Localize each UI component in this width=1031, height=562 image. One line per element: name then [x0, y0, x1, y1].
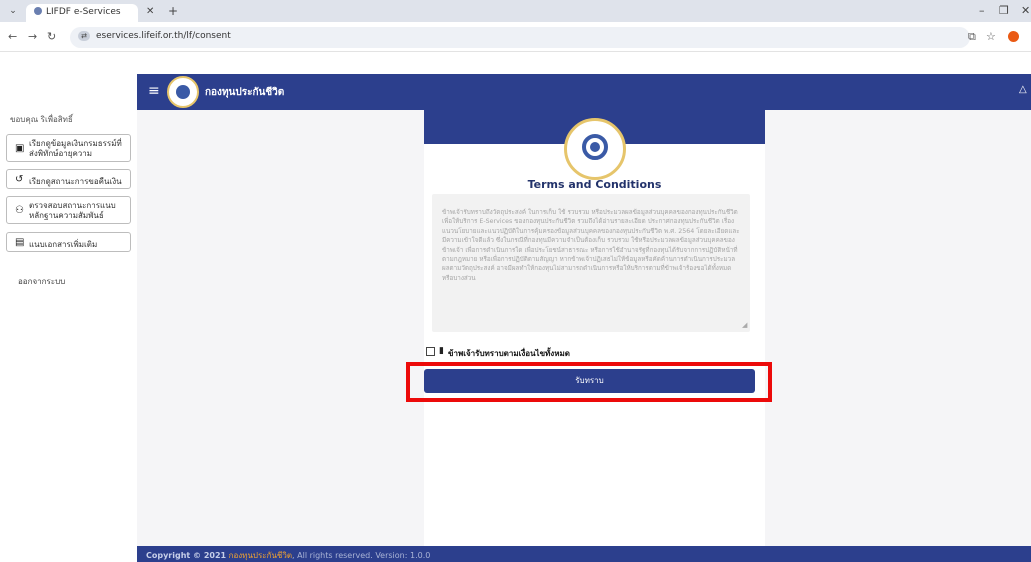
footer-org[interactable]: กองทุนประกันชีวิต: [229, 551, 292, 560]
consent-card: Terms and Conditions ข้าพเจ้ารับทราบถึงว…: [424, 110, 765, 546]
back-icon[interactable]: ←: [8, 30, 17, 43]
sidebar-item-label: เรียกดูสถานะการขอคืนเงิน: [29, 177, 122, 186]
sidebar-item-label: ตรวจสอบสถานะการแนบหลักฐานความสัมพันธ์: [29, 201, 116, 220]
document-icon: ▮: [439, 346, 444, 356]
restore-icon[interactable]: ❐: [999, 4, 1009, 17]
consent-checkbox[interactable]: [426, 347, 435, 356]
sidebar-item-relationship-proof[interactable]: ⚇ ตรวจสอบสถานะการแนบหลักฐานความสัมพันธ์: [6, 196, 131, 224]
sidebar-heading: ขอบคุณ ริเพื่อสิทธิ์: [10, 115, 73, 124]
sidebar-item-refund-status[interactable]: ↺ เรียกดูสถานะการขอคืนเงิน: [6, 169, 131, 189]
terms-text: ข้าพเจ้ารับทราบถึงวัตถุประสงค์ ในการเก็บ…: [442, 209, 740, 282]
terms-title: Terms and Conditions: [527, 178, 662, 191]
reload-icon[interactable]: ↻: [47, 30, 56, 43]
sidebar: ขอบคุณ ริเพื่อสิทธิ์ ▣ เรียกดูข้อมูลเงิน…: [0, 110, 137, 562]
address-bar: ← → ↻ ⇄ eservices.lifeif.or.th/lf/consent…: [0, 22, 1031, 52]
sidebar-item-label: เรียกดูข้อมูลเงินกรมธรรม์ที่ส่งพิทักษ์อา…: [29, 139, 122, 158]
tab-title: LIFDF e-Services: [46, 7, 121, 17]
notification-icon[interactable]: △: [1019, 84, 1027, 95]
profile-avatar[interactable]: [1008, 31, 1019, 42]
footer: Copyright © 2021 กองทุนประกันชีวิต, All …: [137, 546, 1031, 562]
terms-textarea[interactable]: ข้าพเจ้ารับทราบถึงวัตถุประสงค์ ในการเก็บ…: [432, 194, 750, 332]
browser-tab[interactable]: LIFDF e-Services: [26, 4, 138, 22]
fund-logo: [167, 76, 199, 108]
menu-icon[interactable]: ≡: [148, 83, 160, 99]
sidebar-item-claim-info[interactable]: ▣ เรียกดูข้อมูลเงินกรมธรรม์ที่ส่งพิทักษ์…: [6, 134, 131, 162]
seal-core: [590, 142, 600, 152]
sidebar-item-attach-docs[interactable]: ▤ แนบเอกสารเพิ่มเติม: [6, 232, 131, 252]
copyright: Copyright © 2021: [146, 551, 227, 560]
history-icon: ↺: [15, 174, 24, 185]
document-icon: ▣: [15, 143, 25, 154]
minimize-icon[interactable]: –: [979, 4, 985, 17]
window-close-icon[interactable]: ✕: [1021, 4, 1030, 17]
tab-search-icon[interactable]: ⌄: [6, 5, 20, 17]
forward-icon[interactable]: →: [28, 30, 37, 43]
new-tab-icon[interactable]: +: [168, 4, 178, 18]
browser-tab-bar: ⌄ LIFDF e-Services ✕ + – ❐ ✕: [0, 0, 1031, 22]
people-icon: ⚇: [15, 205, 24, 216]
app-header: ≡ กองทุนประกันชีวิต △: [137, 74, 1031, 110]
logout-link[interactable]: ออกจากระบบ: [18, 275, 65, 288]
consent-label[interactable]: ข้าพเจ้ารับทราบตามเงื่อนไขทั้งหมด: [448, 347, 570, 360]
sidebar-item-label: แนบเอกสารเพิ่มเติม: [29, 240, 98, 249]
resize-handle-icon[interactable]: ◢: [742, 321, 747, 329]
url-text: eservices.lifeif.or.th/lf/consent: [96, 31, 231, 41]
main-content: Terms and Conditions ข้าพเจ้ารับทราบถึงว…: [137, 110, 1031, 546]
footer-rest: , All rights reserved. Version: 1.0.0: [292, 551, 431, 560]
add-document-icon: ▤: [15, 237, 25, 248]
brand-name: กองทุนประกันชีวิต: [205, 87, 285, 98]
url-field[interactable]: ⇄ eservices.lifeif.or.th/lf/consent: [70, 27, 970, 48]
cast-icon[interactable]: ⧉: [968, 30, 976, 44]
site-info-icon[interactable]: ⇄: [78, 31, 90, 41]
bookmark-star-icon[interactable]: ☆: [986, 30, 996, 43]
favicon-icon: [34, 7, 42, 15]
fund-seal-logo: [564, 118, 626, 180]
tab-close-icon[interactable]: ✕: [146, 6, 154, 17]
highlight-box: [406, 362, 772, 402]
